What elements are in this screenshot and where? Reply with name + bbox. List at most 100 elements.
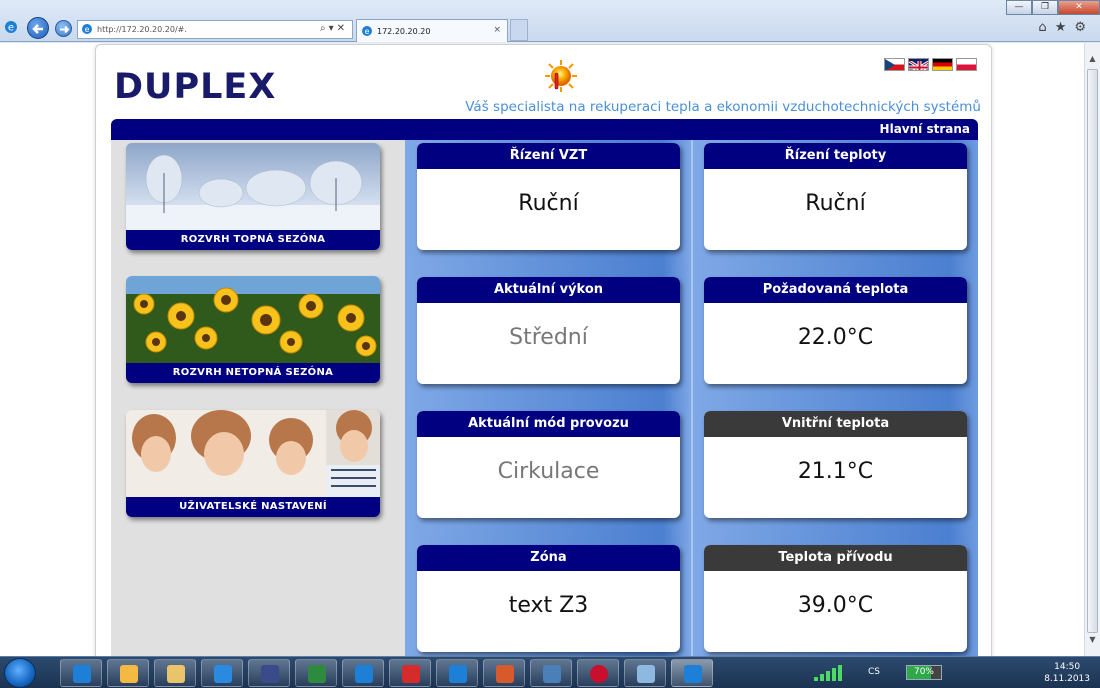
window-controls: — ❐ ✕ xyxy=(1006,0,1100,15)
leaf-icon xyxy=(308,665,326,683)
page-container: DUPLEX Váš specialista na rekuperaci tep… xyxy=(95,44,992,656)
ie-icon: e xyxy=(82,24,92,34)
address-url[interactable]: http://172.20.20.20/#. xyxy=(97,25,187,34)
flag-de[interactable] xyxy=(932,58,953,71)
taskbar-mail[interactable] xyxy=(107,659,149,687)
home-icon[interactable]: ⌂ xyxy=(1038,20,1054,35)
address-bar[interactable]: e http://172.20.20.20/#. ⌕▾✕ xyxy=(77,20,353,39)
card-zona[interactable]: Zóna text Z3 xyxy=(417,545,680,652)
card-vnitrni-teplota: Vnitřní teplota 21.1°C xyxy=(704,411,967,518)
taskbar-ie-4[interactable] xyxy=(436,659,478,687)
menu-nonheating-schedule[interactable]: ROZVRH NETOPNÁ SEZÓNA xyxy=(126,276,380,383)
address-tools[interactable]: ⌕▾✕ xyxy=(320,23,348,34)
flag-gb[interactable] xyxy=(908,58,929,71)
taskbar-youtube[interactable] xyxy=(389,659,431,687)
sunflower-field-image xyxy=(126,276,380,363)
scroll-up-arrow-icon[interactable]: ▲ xyxy=(1085,51,1100,67)
red-circle-icon xyxy=(590,665,608,683)
card-rizeni-teploty-title: Řízení teploty xyxy=(704,143,967,169)
paint-icon xyxy=(637,665,655,683)
svg-text:e: e xyxy=(365,27,370,36)
clock-time: 14:50 xyxy=(1054,662,1081,672)
taskbar-explorer[interactable] xyxy=(154,659,196,687)
minimize-button[interactable]: — xyxy=(1006,0,1032,15)
family-photo-image xyxy=(126,410,380,497)
card-teplota-privodu: Teplota přívodu 39.0°C xyxy=(704,545,967,652)
taskbar-save[interactable] xyxy=(248,659,290,687)
ie-favicon-icon: e xyxy=(5,21,17,34)
flag-pl[interactable] xyxy=(956,58,977,71)
vertical-scrollbar[interactable]: ▲ ▼ xyxy=(1084,43,1100,656)
taskbar-ie-active[interactable] xyxy=(671,659,713,687)
tab-title: 172.20.20.20 xyxy=(377,27,431,36)
floppy-disk-icon xyxy=(261,665,279,683)
new-tab-button[interactable] xyxy=(510,19,528,41)
flag-cz[interactable] xyxy=(884,58,905,71)
ie-icon xyxy=(684,665,702,683)
card-aktualni-vykon-title: Aktuální výkon xyxy=(417,277,680,303)
presentation-icon xyxy=(496,665,514,683)
card-pozadovana-teplota-title: Požadovaná teplota xyxy=(704,277,967,303)
duplex-logo[interactable]: DUPLEX xyxy=(114,67,276,107)
card-rizeni-vzt-value: Ruční xyxy=(518,191,579,216)
ie-icon xyxy=(73,665,91,683)
taskbar-app-green[interactable] xyxy=(295,659,337,687)
taskbar-ie-3[interactable] xyxy=(342,659,384,687)
youtube-icon xyxy=(402,665,420,683)
start-button[interactable] xyxy=(4,658,36,688)
card-rizeni-teploty[interactable]: Řízení teploty Ruční xyxy=(704,143,967,250)
taskbar-powerpoint[interactable] xyxy=(483,659,525,687)
left-menu: ROZVRH TOPNÁ SEZÓNA ROZVRH NETOPNÁ SEZÓN… xyxy=(111,140,405,656)
monitor-icon xyxy=(543,665,561,683)
navigation-bar: Hlavní strana xyxy=(111,119,978,140)
card-pozadovana-teplota[interactable]: Požadovaná teplota 22.0°C xyxy=(704,277,967,384)
favorites-star-icon[interactable]: ★ xyxy=(1055,20,1075,35)
uk-flag-icon xyxy=(909,59,928,70)
menu-heating-schedule-label: ROZVRH TOPNÁ SEZÓNA xyxy=(126,230,380,250)
card-rizeni-vzt-title: Řízení VZT xyxy=(417,143,680,169)
language-flags xyxy=(884,58,977,71)
ie-icon xyxy=(449,665,467,683)
browser-chrome: — ❐ ✕ e e http://172.20.20.20/#. ⌕▾✕ e 1… xyxy=(0,0,1100,42)
back-button[interactable] xyxy=(27,17,49,39)
column-divider xyxy=(691,140,693,656)
card-aktualni-vykon[interactable]: Aktuální výkon Střední xyxy=(417,277,680,384)
slogan: Váš specialista na rekuperaci tepla a ek… xyxy=(465,99,981,115)
settings-gear-icon[interactable]: ⚙ xyxy=(1074,20,1094,35)
maximize-button[interactable]: ❐ xyxy=(1032,0,1058,15)
clock-date: 8.11.2013 xyxy=(1044,674,1090,684)
network-signal-icon[interactable] xyxy=(814,665,848,681)
card-zona-value: text Z3 xyxy=(508,593,589,618)
taskbar-red-app[interactable] xyxy=(577,659,619,687)
taskbar-paint[interactable] xyxy=(624,659,666,687)
card-rizeni-teploty-value: Ruční xyxy=(805,191,866,216)
card-vnitrni-teplota-value: 21.1°C xyxy=(797,459,874,484)
card-zona-title: Zóna xyxy=(417,545,680,571)
card-aktualni-mod[interactable]: Aktuální mód provozu Cirkulace xyxy=(417,411,680,518)
browser-tab[interactable]: e 172.20.20.20 × xyxy=(356,19,508,42)
menu-heating-schedule[interactable]: ROZVRH TOPNÁ SEZÓNA xyxy=(126,143,380,250)
taskbar-ie-2[interactable] xyxy=(201,659,243,687)
taskbar-display[interactable] xyxy=(530,659,572,687)
battery-indicator[interactable]: 70% xyxy=(906,665,942,680)
language-indicator[interactable]: CS xyxy=(868,667,880,677)
browser-tools: ⌂★⚙ xyxy=(1038,20,1094,35)
card-aktualni-mod-title: Aktuální mód provozu xyxy=(417,411,680,437)
mail-icon xyxy=(120,665,138,683)
clock[interactable]: 14:50 8.11.2013 xyxy=(1044,661,1090,685)
forward-button[interactable] xyxy=(55,20,72,37)
close-window-button[interactable]: ✕ xyxy=(1058,0,1100,15)
card-rizeni-vzt[interactable]: Řízení VZT Ruční xyxy=(417,143,680,250)
status-panel: Řízení VZT Ruční Řízení teploty Ruční Ak… xyxy=(405,140,978,656)
card-aktualni-mod-value: Cirkulace xyxy=(497,459,600,484)
ie-icon xyxy=(355,665,373,683)
scroll-down-arrow-icon[interactable]: ▼ xyxy=(1085,632,1100,648)
menu-user-settings[interactable]: UŽIVATELSKÉ NASTAVENÍ xyxy=(126,410,380,517)
tab-close-button[interactable]: × xyxy=(493,25,501,35)
ie-tab-icon: e xyxy=(362,26,372,36)
menu-user-settings-label: UŽIVATELSKÉ NASTAVENÍ xyxy=(126,497,380,517)
sun-thermometer-icon xyxy=(545,60,577,92)
scrollbar-thumb[interactable] xyxy=(1087,69,1098,633)
card-vnitrni-teplota-title: Vnitřní teplota xyxy=(704,411,967,437)
taskbar-ie[interactable] xyxy=(60,659,102,687)
